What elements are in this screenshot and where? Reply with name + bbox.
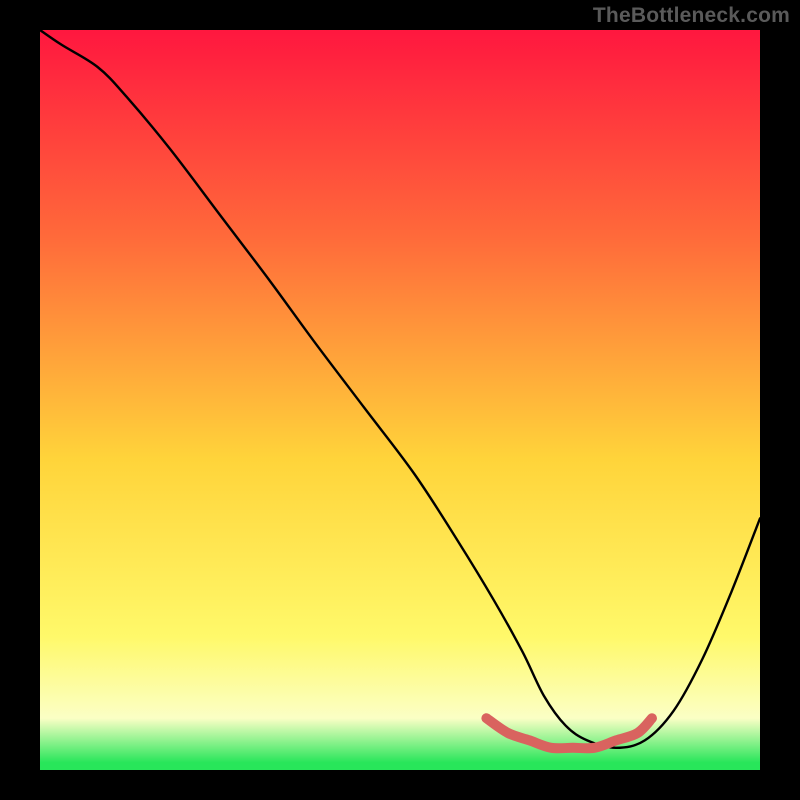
watermark-text: TheBottleneck.com [593, 4, 790, 28]
chart-frame: TheBottleneck.com [0, 0, 800, 800]
bottleneck-plot [40, 30, 760, 770]
plot-svg [40, 30, 760, 770]
gradient-bg [40, 30, 760, 770]
